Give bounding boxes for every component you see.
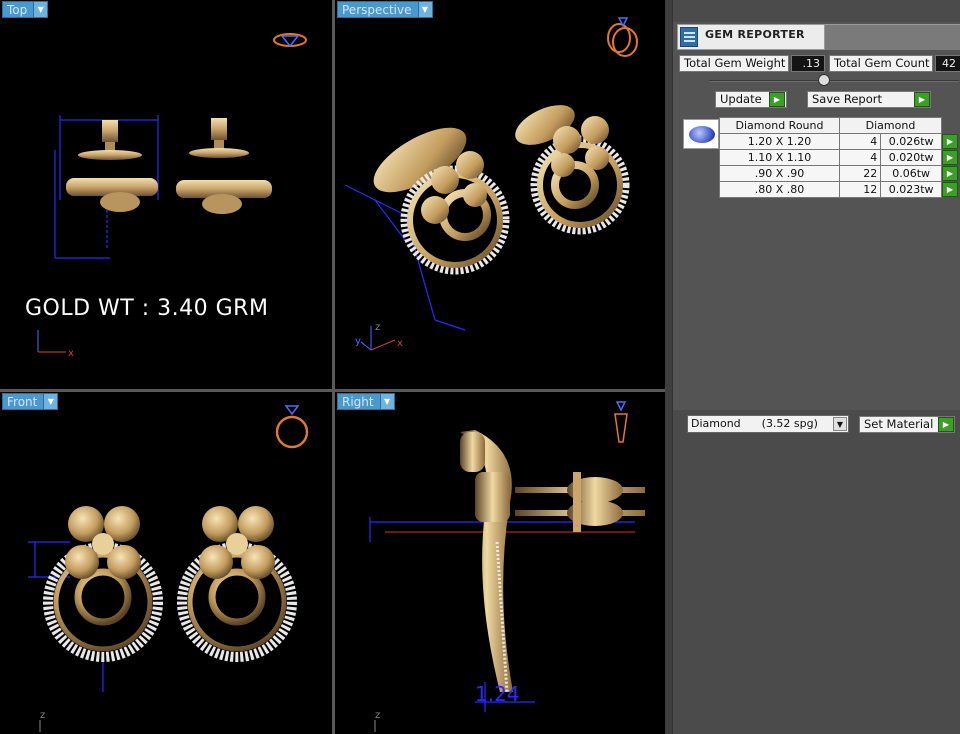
gem-count: 12 — [838, 181, 882, 198]
chevron-down-icon[interactable]: ▼ — [417, 2, 432, 17]
gem-size: .90 X .90 — [719, 165, 840, 182]
top-view-render: x — [37, 33, 307, 359]
gem-reporter-panel: GEM REPORTER Total Gem Weight .13 Total … — [672, 0, 960, 734]
gem-weight: 0.026tw — [880, 133, 942, 150]
gem-weight: 0.020tw — [880, 149, 942, 166]
play-arrow-icon[interactable]: ▶ — [769, 92, 785, 107]
material-select-value: Diamond (3.52 spg) — [691, 417, 818, 430]
earring-gizmo-icon — [614, 401, 628, 443]
ring-icon — [275, 405, 309, 449]
total-gem-weight-value: .13 — [791, 55, 825, 72]
gem-size: 1.20 X 1.20 — [719, 133, 840, 150]
save-report-button[interactable]: Save Report — [807, 91, 931, 108]
table-row[interactable]: 1.20 X 1.20 4 0.026tw ▶ — [719, 133, 958, 150]
gem-count: 4 — [838, 133, 882, 150]
chevron-down-icon[interactable]: ▼ — [379, 394, 394, 409]
total-gem-weight-label: Total Gem Weight — [679, 55, 789, 72]
play-arrow-icon[interactable]: ▶ — [938, 417, 954, 432]
gem-table: Diamond Round Diamond 1.20 X 1.20 4 0.02… — [719, 117, 958, 198]
axis-z-label: z — [375, 322, 380, 333]
splitter[interactable] — [665, 0, 672, 734]
play-arrow-icon[interactable]: ▶ — [942, 149, 958, 165]
play-arrow-icon[interactable]: ▶ — [914, 92, 930, 107]
axis-z-label: z — [375, 710, 380, 721]
gem-count: 22 — [838, 165, 882, 182]
gem-weight: 0.023tw — [880, 181, 942, 198]
gold-weight-label: GOLD WT : 3.40 GRM — [25, 296, 269, 321]
table-row[interactable]: 1.10 X 1.10 4 0.020tw ▶ — [719, 149, 958, 166]
viewport-right[interactable]: z 1.24 Right ▼ — [335, 392, 665, 734]
front-view-render: z — [28, 405, 309, 732]
viewport-front[interactable]: z Front ▼ — [0, 392, 332, 734]
axis-x-label: x — [397, 338, 403, 349]
table-row[interactable]: .90 X .90 22 0.06tw ▶ — [719, 165, 958, 182]
viewport-tab-label: Perspective — [342, 3, 412, 17]
viewport-tab-top[interactable]: Top ▼ — [2, 1, 49, 18]
gem-count: 4 — [838, 149, 882, 166]
dimension-label: 1.24 — [475, 682, 520, 706]
panel-slider-handle[interactable] — [818, 74, 830, 86]
table-row[interactable]: .80 X .80 12 0.023tw ▶ — [719, 181, 958, 198]
column-header: Diamond Round — [719, 117, 840, 134]
play-arrow-icon[interactable]: ▶ — [942, 165, 958, 181]
viewport-tab-label: Front — [7, 395, 38, 409]
update-button-label: Update — [720, 92, 762, 106]
play-arrow-icon[interactable]: ▶ — [942, 133, 958, 149]
save-report-button-label: Save Report — [812, 92, 883, 106]
gem-size: 1.10 X 1.10 — [719, 149, 840, 166]
column-header: Diamond — [839, 117, 942, 134]
viewport-perspective[interactable]: z x y Perspective ▼ — [335, 0, 665, 389]
ring-icon — [273, 33, 307, 48]
perspective-view-render: z x y — [344, 17, 638, 351]
viewport-tab-label: Right — [342, 395, 374, 409]
chevron-down-icon[interactable]: ▼ — [43, 394, 58, 409]
play-arrow-icon[interactable]: ▶ — [942, 181, 958, 197]
panel-slider-track — [709, 80, 959, 82]
gem-table-header: Diamond Round Diamond — [719, 117, 958, 134]
axis-x-label: x — [68, 348, 74, 359]
gem-size: .80 X .80 — [719, 181, 840, 198]
viewport-tab-front[interactable]: Front ▼ — [2, 393, 59, 410]
viewport-tab-right[interactable]: Right ▼ — [337, 393, 395, 410]
gem-swatch[interactable] — [683, 119, 719, 149]
viewport-tab-perspective[interactable]: Perspective ▼ — [337, 1, 433, 18]
material-select[interactable]: Diamond (3.52 spg) ▼ — [687, 415, 849, 433]
chevron-down-icon[interactable]: ▼ — [833, 417, 847, 431]
total-gem-count-value: 42 — [935, 55, 960, 72]
gem-reporter-title: GEM REPORTER — [705, 28, 805, 41]
report-icon — [680, 27, 698, 47]
viewport-tab-label: Top — [7, 3, 28, 17]
gem-reporter-header: GEM REPORTER — [677, 24, 825, 50]
viewport-top[interactable]: x Top ▼ GOLD WT : 3.40 GRM — [0, 0, 332, 389]
gem-weight: 0.06tw — [880, 165, 942, 182]
ring-icon — [607, 17, 638, 57]
axis-z-label: z — [40, 710, 45, 721]
total-gem-count-label: Total Gem Count — [829, 55, 933, 72]
axis-y-label: y — [355, 336, 361, 347]
header-filler — [825, 24, 960, 50]
set-material-button-label: Set Material — [864, 417, 934, 431]
chevron-down-icon[interactable]: ▼ — [33, 2, 48, 17]
diamond-gem-icon — [689, 126, 715, 143]
